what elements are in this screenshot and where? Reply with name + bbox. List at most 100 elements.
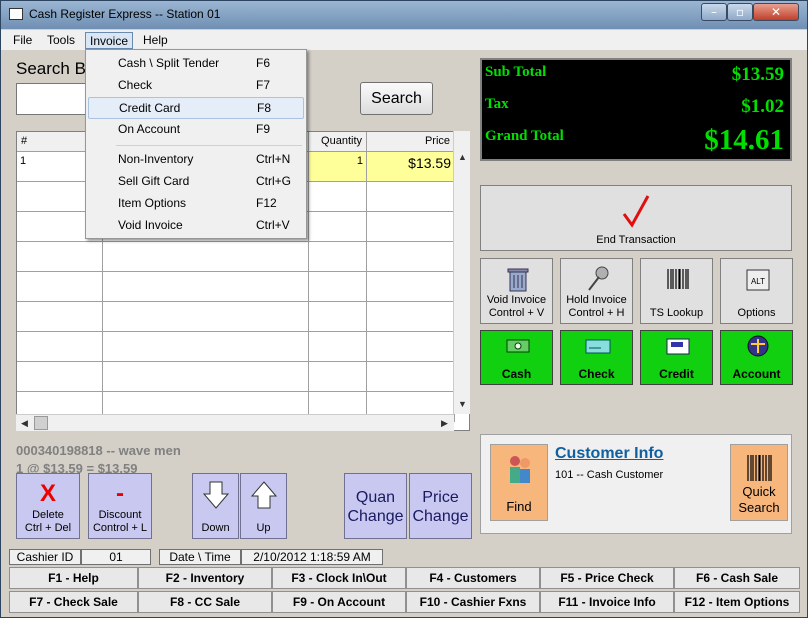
- grid-vertical-scrollbar[interactable]: ▲ ▼: [453, 131, 470, 414]
- fkey-button-4[interactable]: F4 - Customers: [406, 567, 540, 589]
- empty-cell[interactable]: [309, 332, 367, 362]
- fkey-button-6[interactable]: F6 - Cash Sale: [674, 567, 800, 589]
- menu-invoice[interactable]: Invoice: [85, 32, 134, 49]
- maximize-button[interactable]: ▫: [727, 3, 753, 21]
- empty-cell[interactable]: [309, 182, 367, 212]
- fkey-button-1[interactable]: F1 - Help: [9, 567, 138, 589]
- grid-horizontal-scrollbar[interactable]: ◀ ▶: [16, 414, 454, 431]
- totals-panel: Sub Total $13.59 Tax $1.02 Grand Total $…: [480, 58, 792, 161]
- quan-change-button[interactable]: Quan Change: [344, 473, 407, 539]
- delete-shortcut: Ctrl + Del: [24, 522, 72, 534]
- fkey-button-10[interactable]: F10 - Cashier Fxns: [406, 591, 540, 613]
- account-button[interactable]: Account: [720, 330, 793, 385]
- cell-price[interactable]: $13.59: [367, 152, 455, 182]
- empty-cell[interactable]: [367, 362, 455, 392]
- empty-cell[interactable]: [309, 212, 367, 242]
- empty-cell[interactable]: [17, 362, 103, 392]
- check-document-icon: [585, 339, 611, 354]
- empty-cell[interactable]: [367, 272, 455, 302]
- menu-item-shortcut: F7: [256, 78, 271, 92]
- fkey-button-5[interactable]: F5 - Price Check: [540, 567, 674, 589]
- fkey-button-2[interactable]: F2 - Inventory: [138, 567, 272, 589]
- col-header-price[interactable]: Price: [367, 132, 455, 152]
- price-change-button[interactable]: Price Change: [409, 473, 472, 539]
- empty-cell[interactable]: [103, 272, 309, 302]
- fkey-button-8[interactable]: F8 - CC Sale: [138, 591, 272, 613]
- empty-cell[interactable]: [309, 362, 367, 392]
- empty-cell[interactable]: [367, 212, 455, 242]
- close-button[interactable]: ✕: [753, 3, 799, 21]
- down-button[interactable]: Down: [192, 473, 239, 539]
- empty-cell[interactable]: [17, 332, 103, 362]
- empty-cell[interactable]: [309, 272, 367, 302]
- menu-tools[interactable]: Tools: [43, 32, 79, 49]
- void-invoice-button[interactable]: Void Invoice Control + V: [480, 258, 553, 324]
- menu-item-shortcut: F9: [256, 122, 271, 136]
- menu-item-void-invoice[interactable]: Void Invoice Ctrl+V: [88, 215, 304, 237]
- empty-cell[interactable]: [309, 302, 367, 332]
- menu-item-item-options[interactable]: Item Options F12: [88, 193, 304, 215]
- menu-help[interactable]: Help: [139, 32, 172, 49]
- fkey-button-11[interactable]: F11 - Invoice Info: [540, 591, 674, 613]
- empty-cell[interactable]: [367, 302, 455, 332]
- menu-file[interactable]: File: [9, 32, 36, 49]
- fkey-button-3[interactable]: F3 - Clock In\Out: [272, 567, 406, 589]
- red-x-icon: X: [39, 480, 57, 507]
- ts-lookup-label: TS Lookup: [649, 307, 704, 319]
- credit-button[interactable]: Credit: [640, 330, 713, 385]
- up-arrow-icon: [250, 481, 277, 509]
- empty-cell[interactable]: [17, 302, 103, 332]
- fkey-button-12[interactable]: F12 - Item Options: [674, 591, 800, 613]
- fkey-button-9[interactable]: F9 - On Account: [272, 591, 406, 613]
- empty-cell[interactable]: [17, 242, 103, 272]
- ts-lookup-button[interactable]: TS Lookup: [640, 258, 713, 324]
- scroll-right-arrow-icon[interactable]: ▶: [437, 416, 452, 431]
- menu-item-label: Sell Gift Card: [118, 174, 190, 188]
- scroll-thumb[interactable]: [34, 416, 48, 430]
- scroll-down-arrow-icon[interactable]: ▼: [455, 397, 470, 412]
- item-info-line1: 000340198818 -- wave men: [16, 443, 181, 458]
- search-button[interactable]: Search: [360, 82, 433, 115]
- menu-item-cash-split-tender[interactable]: Cash \ Split Tender F6: [88, 53, 304, 75]
- customer-info-panel: Find Customer Info 101 -- Cash Customer …: [480, 434, 792, 534]
- quick-search-button[interactable]: Quick Search: [730, 444, 788, 521]
- cell-quantity[interactable]: 1: [309, 152, 367, 182]
- quick-search-label-1: Quick: [742, 484, 776, 499]
- menu-item-on-account[interactable]: On Account F9: [88, 119, 304, 141]
- menu-item-credit-card[interactable]: Credit Card F8: [88, 97, 304, 119]
- menu-item-sell-gift-card[interactable]: Sell Gift Card Ctrl+G: [88, 171, 304, 193]
- empty-cell[interactable]: [103, 302, 309, 332]
- credit-label: Credit: [659, 367, 694, 381]
- find-customer-button[interactable]: Find: [490, 444, 548, 521]
- check-button[interactable]: Check: [560, 330, 633, 385]
- empty-cell[interactable]: [309, 242, 367, 272]
- empty-cell[interactable]: [103, 332, 309, 362]
- tax-label: Tax: [485, 96, 509, 112]
- title-bar[interactable]: Cash Register Express -- Station 01 – ▫ …: [1, 1, 807, 29]
- empty-cell[interactable]: [103, 362, 309, 392]
- scroll-left-arrow-icon[interactable]: ◀: [17, 416, 32, 431]
- col-header-quantity[interactable]: Quantity: [309, 132, 367, 152]
- end-transaction-button[interactable]: End Transaction: [480, 185, 792, 251]
- account-label: Account: [732, 367, 781, 381]
- delete-button[interactable]: X Delete Ctrl + Del: [16, 473, 80, 539]
- search-input[interactable]: [16, 83, 96, 115]
- empty-cell[interactable]: [17, 272, 103, 302]
- menu-item-label: Void Invoice: [118, 218, 183, 232]
- empty-cell[interactable]: [367, 332, 455, 362]
- cash-button[interactable]: Cash: [480, 330, 553, 385]
- scroll-up-arrow-icon[interactable]: ▲: [455, 150, 470, 165]
- menu-item-non-inventory[interactable]: Non-Inventory Ctrl+N: [88, 149, 304, 171]
- menu-item-check[interactable]: Check F7: [88, 75, 304, 97]
- fkey-button-7[interactable]: F7 - Check Sale: [9, 591, 138, 613]
- options-button[interactable]: ALT Options: [720, 258, 793, 324]
- pushpin-icon: [588, 266, 609, 291]
- discount-button[interactable]: - Discount Control + L: [88, 473, 152, 539]
- minimize-button[interactable]: –: [701, 3, 727, 21]
- empty-cell[interactable]: [103, 242, 309, 272]
- grand-total-value: $14.61: [704, 124, 784, 156]
- hold-invoice-button[interactable]: Hold Invoice Control + H: [560, 258, 633, 324]
- up-button[interactable]: Up: [240, 473, 287, 539]
- empty-cell[interactable]: [367, 182, 455, 212]
- empty-cell[interactable]: [367, 242, 455, 272]
